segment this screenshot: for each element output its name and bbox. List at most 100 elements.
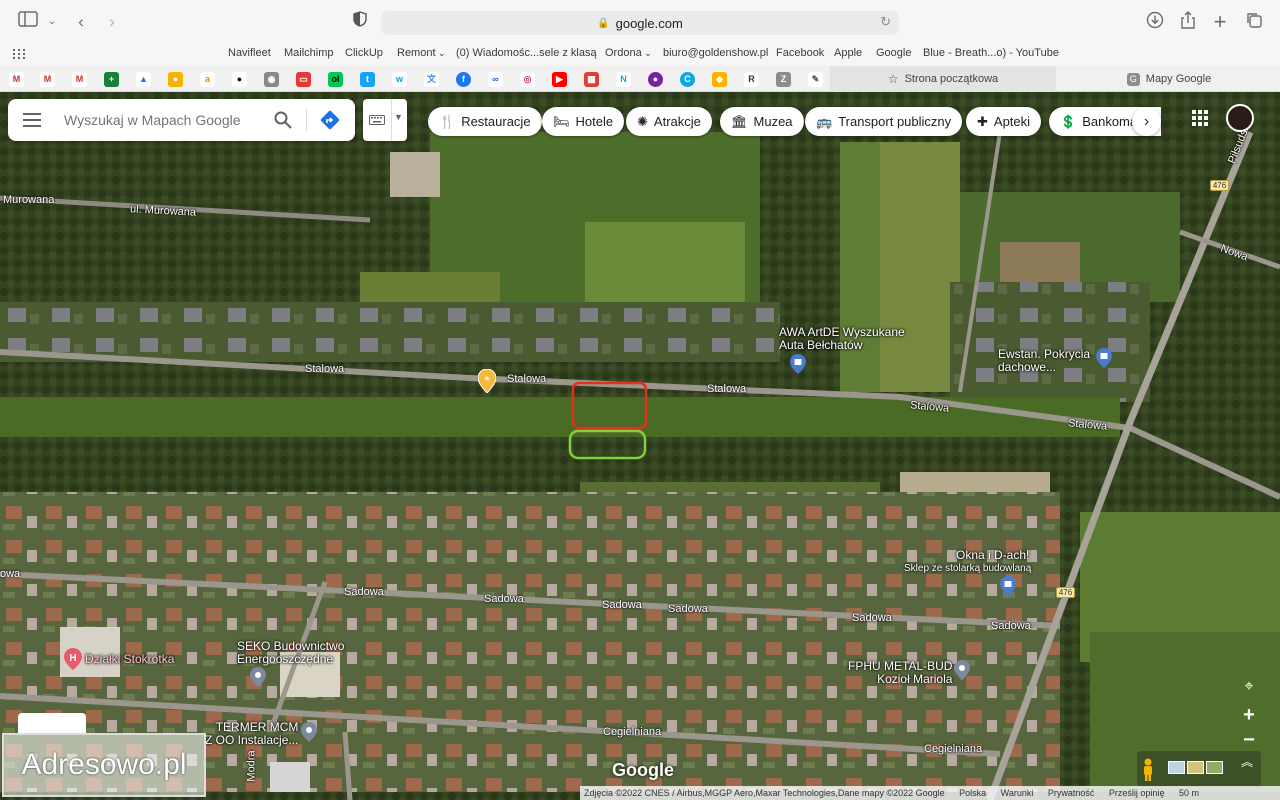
instagram-icon[interactable]: ◎ (520, 72, 535, 87)
scale-label[interactable]: 50 m (1179, 788, 1199, 798)
overlay-tab (18, 713, 86, 735)
facebook-icon[interactable]: f (456, 72, 471, 87)
bookmark-remont[interactable]: Remont ⌄ (397, 47, 446, 59)
input-tools-button[interactable]: ▼ (363, 99, 407, 141)
poi-fphu[interactable]: FPHU METAL-BUD Kozioł Mariola (848, 660, 952, 686)
poi-ewstan[interactable]: Ewstan. Pokrycia dachowe... (998, 348, 1090, 374)
keep-icon[interactable]: ● (168, 72, 183, 87)
privacy-link[interactable]: Prywatność (1048, 788, 1095, 798)
street-label: Cegielniana (603, 726, 662, 738)
chip-transport[interactable]: 🚌 Transport publiczny (805, 107, 963, 136)
my-location-icon[interactable]: ⌖ (1237, 675, 1261, 699)
sidebar-toggle-icon[interactable] (17, 11, 39, 33)
bookmark-google[interactable]: Google (876, 47, 911, 59)
tab-mapy-google[interactable]: G Mapy Google (1058, 66, 1280, 92)
bookmark-ordona[interactable]: Ordona ⌄ (605, 47, 652, 59)
share-icon[interactable] (1177, 11, 1199, 33)
poi-awa[interactable]: AWA ArtDE Wyszukane Auta Bełchatów (779, 326, 905, 352)
z-icon[interactable]: Z (776, 72, 791, 87)
poi-okna[interactable]: Okna i D-ach! (956, 549, 1029, 562)
divider (306, 108, 307, 132)
drive-icon[interactable]: ▲ (136, 72, 151, 87)
apps-grid-icon[interactable] (1192, 110, 1208, 126)
c-icon[interactable]: C (680, 72, 695, 87)
menu-icon[interactable] (23, 113, 41, 127)
country-link[interactable]: Polska (959, 788, 986, 798)
search-input[interactable] (64, 108, 264, 132)
gmail-icon[interactable]: M (40, 72, 55, 87)
app-icon[interactable]: ◉ (264, 72, 279, 87)
place-pin-icon[interactable] (954, 660, 970, 680)
pegman-icon[interactable] (1138, 758, 1158, 782)
circle-icon[interactable]: ● (232, 72, 247, 87)
browser-toolbar: ⌄ ‹ › 🔒 google.com ↻ + (0, 0, 1280, 44)
back-icon[interactable]: ‹ (70, 11, 92, 33)
calendar-icon[interactable]: ▦ (584, 72, 599, 87)
meta-icon[interactable]: ∞ (488, 72, 503, 87)
purple-circle-icon[interactable]: ● (648, 72, 663, 87)
chip-hotele[interactable]: 🛏 Hotele (542, 107, 625, 136)
stack-icon[interactable]: ◆ (712, 72, 727, 87)
shopping-pin-icon[interactable] (1000, 576, 1016, 596)
poi-dzialki[interactable]: Działki Stokrotka (85, 653, 174, 666)
poi-seko[interactable]: SEKO Budownictwo Energooszczędne (237, 640, 344, 666)
bookmark-facebook[interactable]: Facebook (776, 47, 824, 59)
chip-restauracje[interactable]: 🍴 Restauracje (428, 107, 542, 136)
forward-icon[interactable]: › (101, 11, 123, 33)
chip-atrakcje[interactable]: ✺ Atrakcje (626, 107, 712, 136)
youtube-icon[interactable]: ▶ (552, 72, 567, 87)
map-layer-thumb[interactable] (1168, 761, 1185, 774)
gmail-icon[interactable]: M (72, 72, 87, 87)
privacy-shield-icon[interactable] (349, 11, 371, 33)
location-pin-icon[interactable]: ★ (478, 369, 496, 393)
bookmark-apple[interactable]: Apple (834, 47, 862, 59)
pencil-icon[interactable]: ✎ (808, 72, 823, 87)
amazon-icon[interactable]: a (200, 72, 215, 87)
caret-down-icon[interactable]: ▼ (394, 112, 403, 122)
zoom-in-icon[interactable]: + (1237, 703, 1261, 727)
translate-icon[interactable]: 文 (424, 72, 439, 87)
chip-muzea[interactable]: 🏛 Muzea (720, 107, 804, 136)
place-pin-icon[interactable] (301, 722, 317, 742)
chevron-right-icon[interactable]: › (1132, 107, 1161, 136)
chevron-up-icon[interactable]: ︽ (1241, 753, 1253, 770)
bookmark-mailchimp[interactable]: Mailchimp (284, 47, 334, 59)
grid-icon[interactable] (13, 49, 25, 59)
feedback-link[interactable]: Prześlij opinię (1109, 788, 1165, 798)
bookmark-navifleet[interactable]: Navifleet (228, 47, 271, 59)
satellite-layer-thumb[interactable] (1206, 761, 1223, 774)
tab-label: Strona początkowa (904, 73, 999, 85)
gmail-icon[interactable]: M (9, 72, 24, 87)
shopping-pin-icon[interactable] (790, 354, 806, 374)
olx-icon[interactable]: ol (328, 72, 343, 87)
new-tab-icon[interactable]: + (1209, 11, 1231, 33)
tab-overview-icon[interactable] (1243, 11, 1265, 33)
poi-termer[interactable]: TERMER MCM Z OO Instalacje... (205, 721, 298, 747)
wave-icon[interactable]: w (392, 72, 407, 87)
place-pin-icon[interactable] (250, 667, 266, 687)
avatar[interactable] (1226, 104, 1254, 132)
tab-strona-poczatkowa[interactable]: ☆ Strona początkowa (830, 66, 1056, 92)
shopping-pin-icon[interactable] (1096, 348, 1112, 368)
bookmark-wiadomosci[interactable]: (0) Wiadomośc...sele z klasą (456, 47, 597, 59)
t-icon[interactable]: t (360, 72, 375, 87)
search-icon[interactable] (274, 111, 292, 129)
satellite-map[interactable]: Murowana ul. Murowana Stalowa Stalowa St… (0, 92, 1280, 800)
directions-icon[interactable] (320, 110, 340, 130)
terrain-layer-thumb[interactable] (1187, 761, 1204, 774)
reload-icon[interactable]: ↻ (880, 14, 891, 30)
zoom-out-icon[interactable]: − (1237, 728, 1261, 752)
r-icon[interactable]: R (744, 72, 759, 87)
n-icon[interactable]: N (616, 72, 631, 87)
download-icon[interactable] (1144, 11, 1166, 33)
hotel-pin-icon[interactable]: H (64, 648, 82, 670)
bookmark-clickup[interactable]: ClickUp (345, 47, 383, 59)
sheets-icon[interactable]: + (104, 72, 119, 87)
inbox-icon[interactable]: ▭ (296, 72, 311, 87)
bookmark-email[interactable]: biuro@goldenshow.pl (663, 47, 768, 59)
terms-link[interactable]: Warunki (1001, 788, 1034, 798)
bookmark-youtube[interactable]: Blue - Breath...o) - YouTube (923, 47, 1059, 59)
address-bar[interactable]: 🔒 google.com ↻ (381, 11, 899, 35)
chip-apteki[interactable]: ✚ Apteki (966, 107, 1042, 136)
chevron-down-icon[interactable]: ⌄ (41, 11, 63, 33)
